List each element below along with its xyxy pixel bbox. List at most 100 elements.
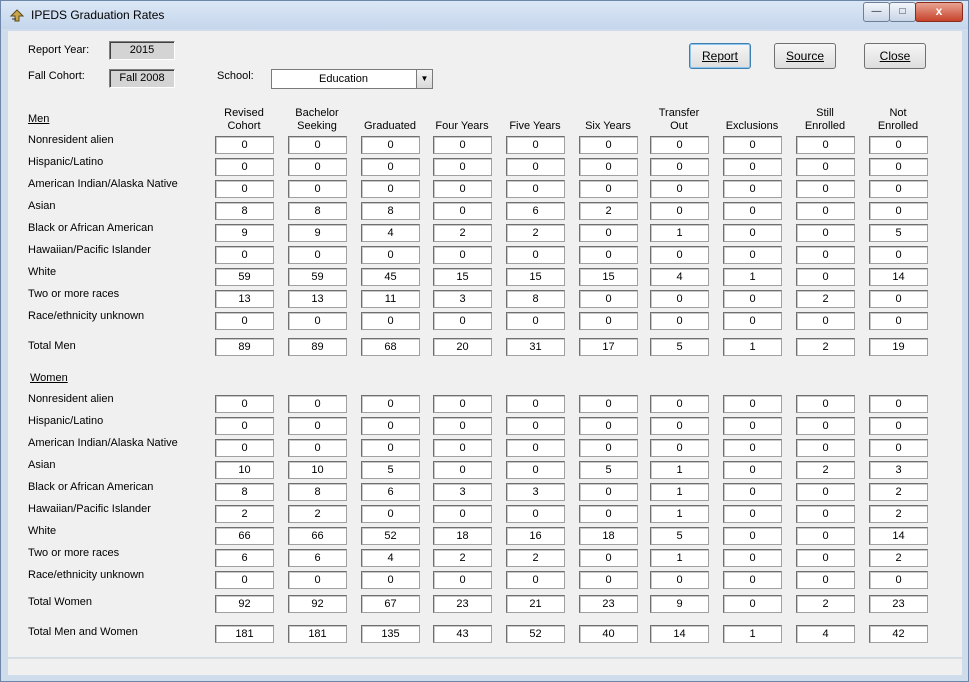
value-cell[interactable]: 0 <box>869 202 928 220</box>
value-cell[interactable]: 1 <box>650 549 709 567</box>
value-cell[interactable]: 5 <box>361 461 420 479</box>
grand-total-cell[interactable]: 52 <box>506 625 565 643</box>
value-cell[interactable]: 0 <box>506 505 565 523</box>
value-cell[interactable]: 8 <box>288 202 347 220</box>
value-cell[interactable]: 1 <box>723 268 782 286</box>
value-cell[interactable]: 0 <box>506 312 565 330</box>
value-cell[interactable]: 0 <box>433 246 492 264</box>
value-cell[interactable]: 0 <box>796 439 855 457</box>
value-cell[interactable]: 0 <box>579 505 638 523</box>
value-cell[interactable]: 0 <box>869 395 928 413</box>
value-cell[interactable]: 0 <box>796 180 855 198</box>
grand-total-cell[interactable]: 181 <box>288 625 347 643</box>
total-cell[interactable]: 92 <box>215 595 274 613</box>
value-cell[interactable]: 0 <box>288 158 347 176</box>
total-cell[interactable]: 23 <box>433 595 492 613</box>
value-cell[interactable]: 0 <box>579 549 638 567</box>
value-cell[interactable]: 0 <box>650 290 709 308</box>
value-cell[interactable]: 0 <box>796 268 855 286</box>
value-cell[interactable]: 5 <box>579 461 638 479</box>
value-cell[interactable]: 9 <box>215 224 274 242</box>
value-cell[interactable]: 0 <box>723 527 782 545</box>
value-cell[interactable]: 13 <box>215 290 274 308</box>
value-cell[interactable]: 0 <box>215 571 274 589</box>
value-cell[interactable]: 0 <box>506 461 565 479</box>
value-cell[interactable]: 10 <box>215 461 274 479</box>
value-cell[interactable]: 0 <box>579 571 638 589</box>
value-cell[interactable]: 0 <box>579 483 638 501</box>
value-cell[interactable]: 0 <box>796 395 855 413</box>
total-cell[interactable]: 20 <box>433 338 492 356</box>
total-cell[interactable]: 67 <box>361 595 420 613</box>
value-cell[interactable]: 0 <box>650 180 709 198</box>
total-cell[interactable]: 23 <box>579 595 638 613</box>
grand-total-cell[interactable]: 135 <box>361 625 420 643</box>
value-cell[interactable]: 14 <box>869 268 928 286</box>
value-cell[interactable]: 0 <box>579 158 638 176</box>
value-cell[interactable]: 0 <box>506 136 565 154</box>
total-cell[interactable]: 2 <box>796 338 855 356</box>
value-cell[interactable]: 0 <box>506 180 565 198</box>
value-cell[interactable]: 0 <box>288 312 347 330</box>
value-cell[interactable]: 0 <box>361 180 420 198</box>
value-cell[interactable]: 14 <box>869 527 928 545</box>
value-cell[interactable]: 0 <box>288 246 347 264</box>
value-cell[interactable]: 0 <box>579 136 638 154</box>
value-cell[interactable]: 0 <box>215 312 274 330</box>
grand-total-cell[interactable]: 1 <box>723 625 782 643</box>
maximize-button[interactable]: □ <box>889 2 916 22</box>
value-cell[interactable]: 15 <box>433 268 492 286</box>
value-cell[interactable]: 0 <box>650 395 709 413</box>
value-cell[interactable]: 8 <box>288 483 347 501</box>
value-cell[interactable]: 0 <box>288 439 347 457</box>
value-cell[interactable]: 0 <box>723 505 782 523</box>
value-cell[interactable]: 0 <box>650 417 709 435</box>
value-cell[interactable]: 0 <box>796 246 855 264</box>
value-cell[interactable]: 0 <box>723 395 782 413</box>
value-cell[interactable]: 0 <box>869 180 928 198</box>
value-cell[interactable]: 0 <box>506 439 565 457</box>
value-cell[interactable]: 8 <box>215 483 274 501</box>
value-cell[interactable]: 0 <box>723 483 782 501</box>
value-cell[interactable]: 0 <box>869 571 928 589</box>
value-cell[interactable]: 11 <box>361 290 420 308</box>
value-cell[interactable]: 0 <box>650 439 709 457</box>
value-cell[interactable]: 52 <box>361 527 420 545</box>
grand-total-cell[interactable]: 14 <box>650 625 709 643</box>
total-cell[interactable]: 89 <box>215 338 274 356</box>
value-cell[interactable]: 0 <box>650 246 709 264</box>
value-cell[interactable]: 0 <box>433 180 492 198</box>
value-cell[interactable]: 0 <box>869 290 928 308</box>
value-cell[interactable]: 0 <box>433 417 492 435</box>
value-cell[interactable]: 0 <box>869 417 928 435</box>
value-cell[interactable]: 0 <box>869 312 928 330</box>
total-cell[interactable]: 92 <box>288 595 347 613</box>
value-cell[interactable]: 0 <box>579 246 638 264</box>
value-cell[interactable]: 2 <box>796 461 855 479</box>
total-cell[interactable]: 0 <box>723 595 782 613</box>
value-cell[interactable]: 2 <box>869 505 928 523</box>
value-cell[interactable]: 0 <box>650 571 709 589</box>
value-cell[interactable]: 0 <box>215 180 274 198</box>
value-cell[interactable]: 0 <box>579 180 638 198</box>
value-cell[interactable]: 10 <box>288 461 347 479</box>
value-cell[interactable]: 0 <box>796 158 855 176</box>
value-cell[interactable]: 0 <box>288 571 347 589</box>
value-cell[interactable]: 2 <box>869 549 928 567</box>
total-cell[interactable]: 21 <box>506 595 565 613</box>
total-cell[interactable]: 19 <box>869 338 928 356</box>
value-cell[interactable]: 0 <box>650 202 709 220</box>
value-cell[interactable]: 0 <box>796 417 855 435</box>
value-cell[interactable]: 66 <box>288 527 347 545</box>
value-cell[interactable]: 0 <box>215 395 274 413</box>
value-cell[interactable]: 0 <box>723 158 782 176</box>
value-cell[interactable]: 3 <box>433 290 492 308</box>
grand-total-cell[interactable]: 42 <box>869 625 928 643</box>
value-cell[interactable]: 6 <box>215 549 274 567</box>
value-cell[interactable]: 0 <box>796 527 855 545</box>
value-cell[interactable]: 0 <box>288 417 347 435</box>
value-cell[interactable]: 6 <box>361 483 420 501</box>
value-cell[interactable]: 0 <box>288 180 347 198</box>
total-cell[interactable]: 9 <box>650 595 709 613</box>
value-cell[interactable]: 0 <box>579 312 638 330</box>
